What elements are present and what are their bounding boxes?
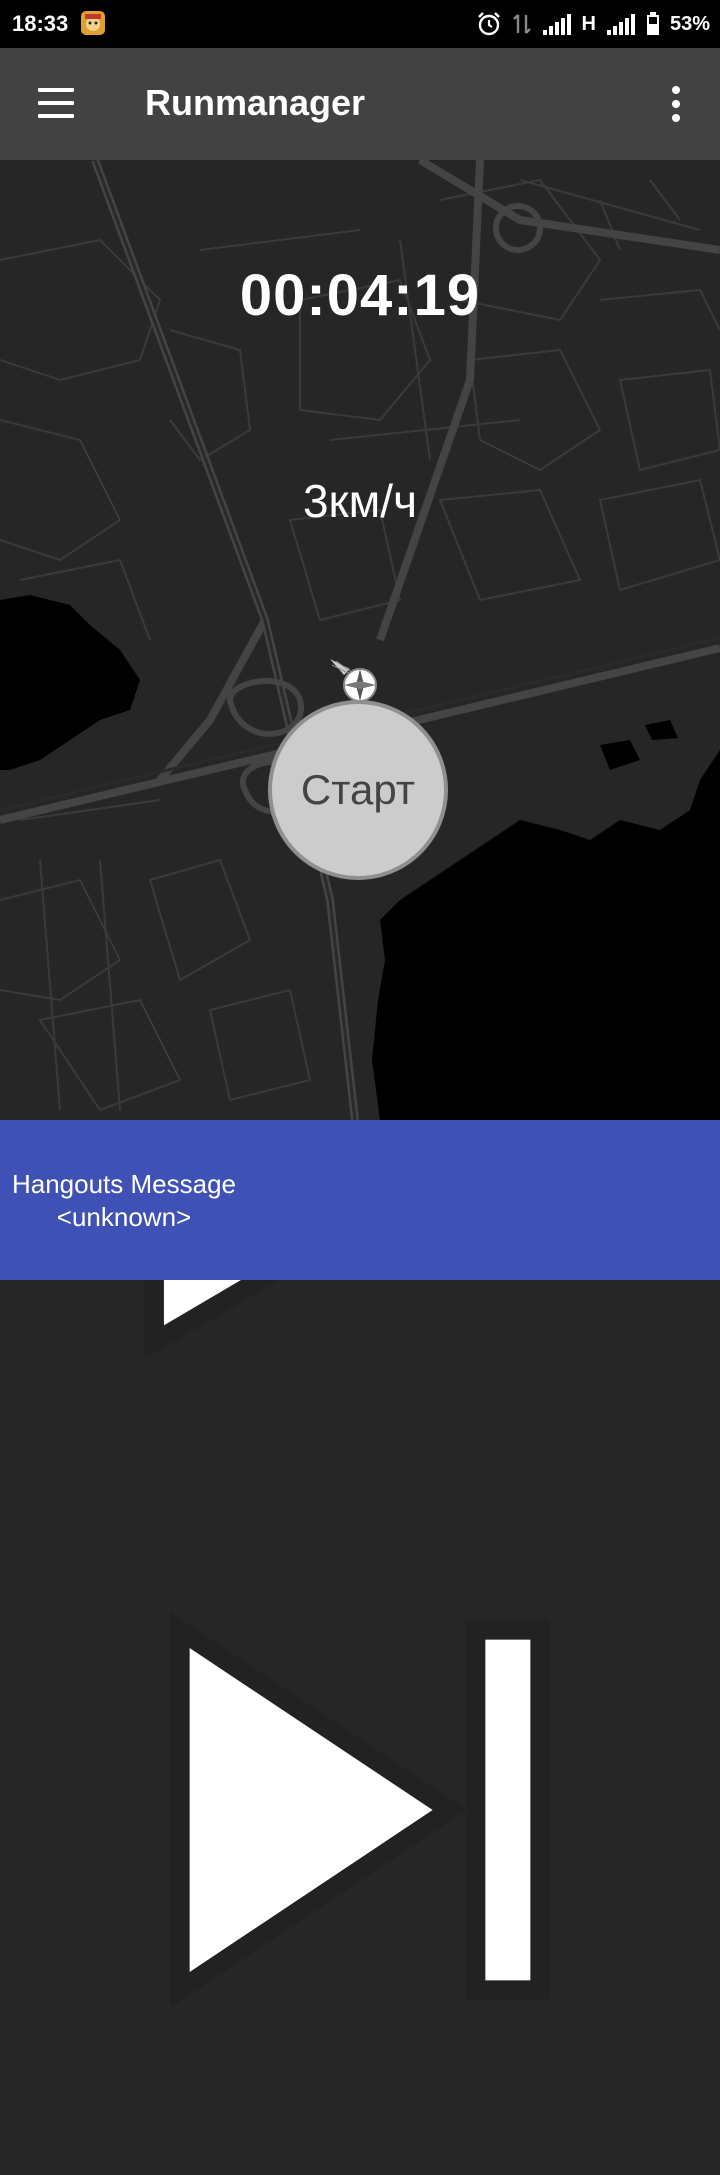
status-bar: 18:33 H 53% — [0, 0, 720, 48]
track-title: Hangouts Message — [11, 1169, 237, 1199]
media-player-bar: Hangouts Message <unknown> — [0, 1120, 720, 1280]
data-transfer-icon — [512, 14, 531, 34]
app-bar: Runmanager — [0, 48, 720, 160]
network-type-label: H — [581, 12, 596, 35]
hamburger-menu-icon[interactable] — [30, 84, 82, 124]
status-icons: H 53% — [476, 8, 710, 40]
app-title: Runmanager — [145, 82, 366, 123]
status-time: 18:33 — [12, 11, 69, 36]
start-button-label: Старт — [300, 766, 416, 813]
battery-percent: 53% — [669, 12, 710, 35]
skip-next-icon[interactable] — [0, 1450, 720, 2170]
signal-icon — [606, 14, 635, 35]
track-info: Hangouts Message <unknown> — [0, 1168, 248, 1234]
app-notification-icon — [81, 11, 105, 35]
battery-icon — [646, 12, 659, 35]
current-speed: 3км/ч — [302, 475, 418, 527]
alarm-icon — [477, 12, 500, 36]
track-artist: <unknown> — [56, 1202, 192, 1232]
start-button[interactable]: Старт — [268, 700, 448, 880]
signal-icon — [542, 14, 571, 35]
workout-timer: 00:04:19 — [239, 263, 481, 328]
more-vert-icon[interactable] — [654, 82, 698, 126]
